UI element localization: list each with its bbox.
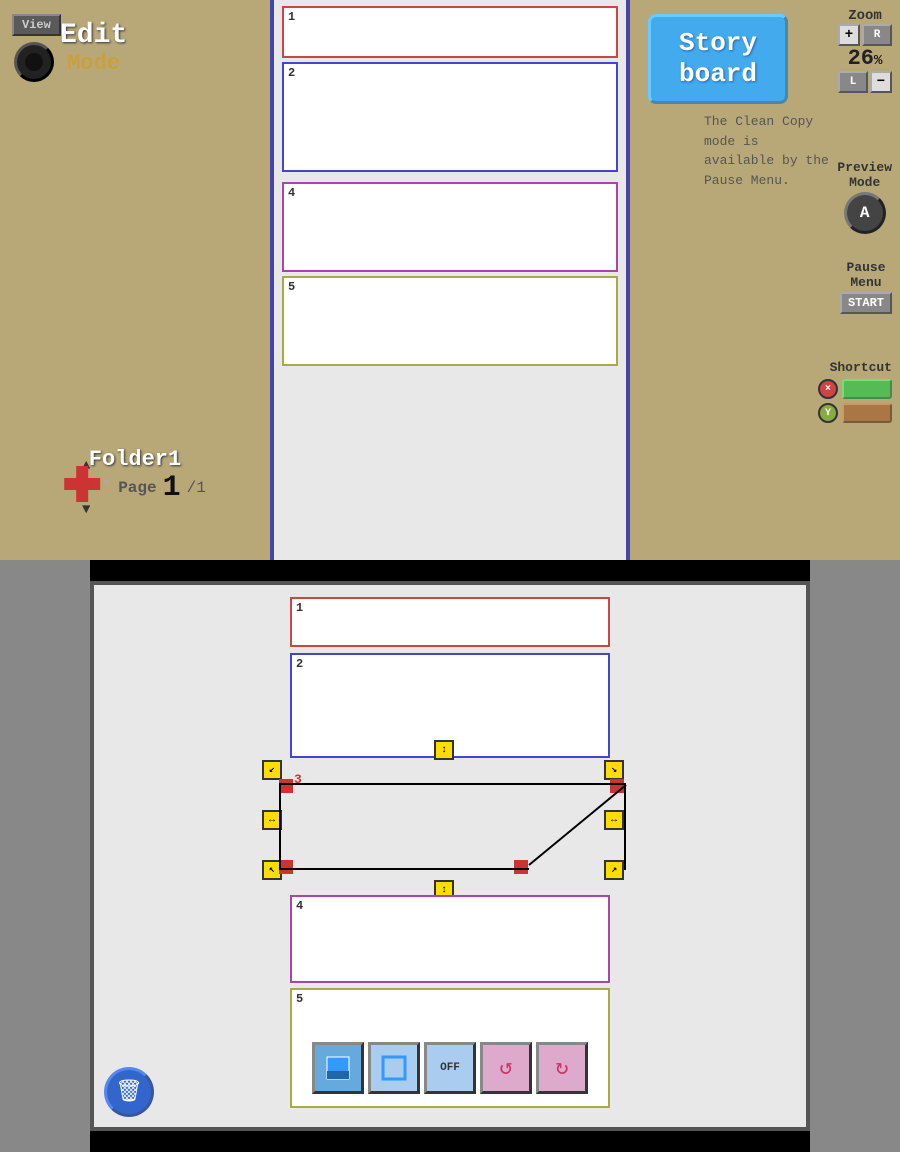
tool-btn-2[interactable] [368,1042,420,1094]
frame-5[interactable]: 5 [282,276,618,366]
dpad[interactable] [64,466,100,502]
view-icon [14,42,54,82]
frame-container: 1 2 4 5 [274,0,626,372]
bottom-frame-5[interactable]: 5 OFF [290,988,610,1108]
page-total: /1 [187,479,206,497]
sparkle-icon: ✳ [103,474,110,489]
preview-section: PreviewMode A [837,160,892,234]
storyboard-line1: Story [679,28,757,59]
selection-left-line [279,783,281,870]
preview-btn-label: A [860,204,870,222]
bottom-inner: 1 2 3 ↙ ↕ ↘ ↔ ↔ ↖ [90,581,810,1131]
bottom-toolbar: OFF ↺ ↻ [312,1042,588,1094]
zoom-label: Zoom [848,8,882,24]
mode-label: Mode [60,51,127,76]
preview-button[interactable]: A [844,192,886,234]
zoom-number: 26 [848,46,874,71]
bottom-screen: 1 2 3 ↙ ↕ ↘ ↔ ↔ ↖ [0,560,900,1152]
handle-top-left[interactable]: ↙ [262,760,282,780]
zoom-value-display: 26 % [848,46,883,71]
canvas-icon [323,1053,353,1083]
off-label: OFF [440,1062,460,1074]
shortcut-row-y: Y [818,403,892,423]
red-corner-tl [279,779,293,793]
red-corner-tr [610,779,624,793]
tool-btn-5[interactable]: ↻ [536,1042,588,1094]
handle-bottom-right[interactable]: ↗ [604,860,624,880]
handle-top-center[interactable]: ↕ [434,740,454,760]
tool-btn-3[interactable]: OFF [424,1042,476,1094]
zoom-plus-button[interactable]: + [838,24,860,46]
handle-right-center[interactable]: ↔ [604,810,624,830]
view-label: View [22,18,51,32]
shortcut-label: Shortcut [830,360,892,375]
gray-bar-left [0,560,90,1152]
view-button[interactable]: View [12,14,61,36]
zoom-percent: % [874,53,882,69]
storyboard-line2: board [679,59,757,90]
bottom-frame-4[interactable]: 4 [290,895,610,983]
rotate-right-icon: ↻ [555,1055,568,1081]
canvas-outline-icon [379,1053,409,1083]
shortcut-section: Shortcut × Y [818,360,892,423]
page-label: Page [118,479,156,497]
pause-section: PauseMenu START [840,260,892,314]
trash-button[interactable]: 🗑 [104,1067,154,1117]
pause-button[interactable]: START [840,292,892,314]
tool-btn-1[interactable] [312,1042,364,1094]
page-info: ▲ ▼ ✳ Page 1 /1 [64,466,206,510]
shortcut-item-x [842,379,892,399]
page-number: 1 [163,471,181,505]
tool-btn-4[interactable]: ↺ [480,1042,532,1094]
zoom-section: Zoom + R 26 % L − [838,8,892,93]
zoom-minus-button[interactable]: − [870,71,892,93]
selection-bottom-line [279,868,529,870]
info-text: The Clean Copy mode is available by the … [704,112,834,190]
shortcut-row-x: × [818,379,892,399]
storyboard-button[interactable]: Story board [648,14,788,104]
down-arrow-icon: ▼ [82,502,90,518]
rotate-left-icon: ↺ [499,1055,512,1081]
gray-bar-right [810,560,900,1152]
handle-top-right[interactable]: ↘ [604,760,624,780]
view-icon-inner [25,53,43,71]
x-button[interactable]: × [818,379,838,399]
center-panel: 1 2 4 5 [270,0,630,560]
edit-label: Edit [60,20,127,51]
preview-label: PreviewMode [837,160,892,190]
zoom-plus-row: + R [838,24,892,46]
selection-right-line [624,783,626,870]
bottom-frame-1[interactable]: 1 [290,597,610,647]
red-corner-bl [279,860,293,874]
zoom-r-button[interactable]: R [862,24,892,46]
frame-1[interactable]: 1 [282,6,618,58]
zoom-l-button[interactable]: L [838,71,868,93]
left-panel: View Edit Mode Folder1 ▲ ▼ ✳ [0,0,270,560]
shortcut-item-y [842,403,892,423]
top-screen: View Edit Mode Folder1 ▲ ▼ ✳ [0,0,900,560]
zoom-minus-row: L − [838,71,892,93]
right-panel: Story board The Clean Copy mode is avail… [630,0,900,560]
frame-2[interactable]: 2 [282,62,618,172]
trash-icon: 🗑 [115,1079,143,1105]
selection-top-line [279,783,624,785]
y-button[interactable]: Y [818,403,838,423]
pause-label: PauseMenu [846,260,885,290]
frame-4[interactable]: 4 [282,182,618,272]
red-corner-br [514,860,528,874]
edit-mode: Edit Mode [60,20,127,76]
